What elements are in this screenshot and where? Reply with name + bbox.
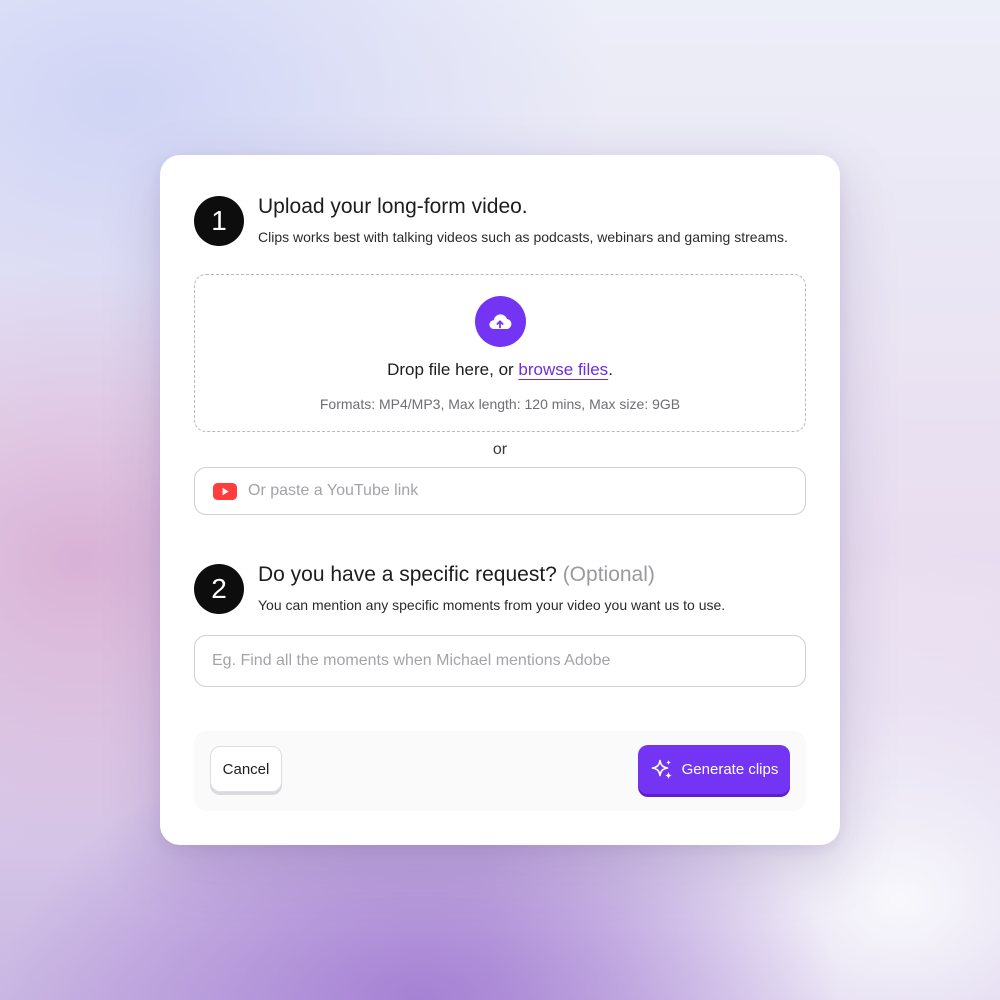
step-2-number: 2 [194,564,244,614]
drop-text-prefix: Drop file here, or [387,360,519,379]
step-1-description: Clips works best with talking videos suc… [258,229,788,245]
cloud-upload-icon [474,296,526,347]
generate-clips-button[interactable]: Generate clips [638,745,790,794]
format-requirements: Formats: MP4/MP3, Max length: 120 mins, … [319,396,681,412]
step-2-title-text: Do you have a specific request? [258,563,557,586]
step-2-description: You can mention any specific moments fro… [258,597,726,613]
upload-dialog: 1 Upload your long-form video. Clips wor… [160,155,840,845]
step-2-title: Do you have a specific request? (Optiona… [258,561,725,589]
step-2-header: 2 Do you have a specific request? (Optio… [194,561,725,614]
step-1-header: 1 Upload your long-form video. Clips wor… [194,193,788,246]
youtube-icon [213,482,237,500]
browse-files-link[interactable]: browse files [518,360,608,379]
generate-clips-label: Generate clips [681,761,779,778]
or-divider: or [492,441,508,458]
dialog-footer: Cancel Generate clips [194,731,806,811]
drop-text-suffix: . [608,360,613,379]
file-dropzone[interactable]: Drop file here, or browse files. Formats… [194,274,806,432]
specific-request-placeholder: Eg. Find all the moments when Michael me… [212,652,611,669]
cancel-button[interactable]: Cancel [210,746,282,792]
youtube-link-input[interactable]: Or paste a YouTube link [194,467,806,515]
sparkles-icon [650,758,674,782]
step-1-title: Upload your long-form video. [258,195,528,218]
step-1-number: 1 [194,196,244,246]
drop-instructions: Drop file here, or browse files. [387,360,613,380]
youtube-link-placeholder: Or paste a YouTube link [248,482,419,499]
specific-request-input[interactable]: Eg. Find all the moments when Michael me… [194,635,806,687]
optional-label: (Optional) [562,563,655,586]
